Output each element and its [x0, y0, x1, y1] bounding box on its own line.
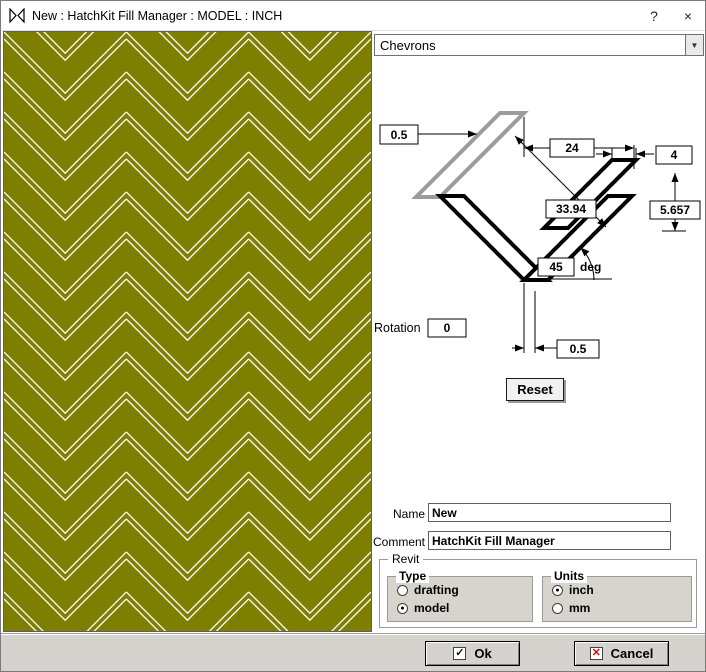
- comment-label: Comment: [372, 535, 425, 549]
- spacing-diagonal-value: 33.94: [556, 202, 586, 216]
- pattern-preview: [4, 32, 371, 631]
- name-label: Name: [372, 507, 425, 521]
- ghost-strip-shape: [416, 113, 524, 197]
- pattern-select-value: Chevrons: [375, 35, 685, 55]
- radio-option-inch[interactable]: ● inch: [552, 583, 594, 597]
- radio-label: model: [414, 601, 449, 615]
- rotation-label: Rotation: [374, 321, 421, 335]
- offset-top-value: 0.5: [391, 128, 408, 142]
- action-bar: ✓ Ok ✕ Cancel: [1, 633, 706, 672]
- window-title: New : HatchKit Fill Manager : MODEL : IN…: [32, 9, 637, 23]
- spacing-horizontal-value: 24: [565, 141, 579, 155]
- check-icon: ✓: [453, 647, 466, 660]
- name-input[interactable]: [428, 503, 671, 522]
- angle-value: 45: [549, 260, 563, 274]
- type-group: Type drafting ● model: [387, 576, 533, 622]
- units-group: Units ● inch mm: [542, 576, 692, 622]
- pattern-diagram: 0.5 24 4 33.94 5.657 45 deg Rotation 0 0…: [372, 61, 706, 366]
- spacing-vertical-value: 5.657: [660, 203, 690, 217]
- radio-icon: [552, 603, 563, 614]
- help-button[interactable]: ?: [637, 1, 671, 31]
- rotation-value: 0: [444, 321, 451, 335]
- app-icon: [9, 8, 25, 23]
- angle-unit-label: deg: [580, 260, 601, 274]
- revit-group-label: Revit: [388, 552, 423, 566]
- cancel-button[interactable]: ✕ Cancel: [574, 641, 669, 666]
- parameter-panel: Chevrons ▼: [372, 31, 706, 633]
- combo-dropdown-button[interactable]: ▼: [685, 35, 703, 55]
- close-button[interactable]: ×: [671, 1, 705, 31]
- radio-icon: ●: [397, 603, 408, 614]
- ok-button-label: Ok: [474, 646, 491, 661]
- reset-button[interactable]: Reset: [506, 378, 564, 401]
- cancel-x-icon: ✕: [590, 647, 603, 660]
- radio-option-mm[interactable]: mm: [552, 601, 590, 615]
- radio-icon: ●: [552, 585, 563, 596]
- offset-bottom-value: 0.5: [570, 342, 587, 356]
- radio-label: drafting: [414, 583, 459, 597]
- strip-width-value: 4: [671, 148, 678, 162]
- chevron-down-icon: ▼: [691, 41, 699, 50]
- pattern-select[interactable]: Chevrons ▼: [374, 34, 704, 56]
- type-group-label: Type: [396, 569, 429, 583]
- radio-label: inch: [569, 583, 594, 597]
- cancel-button-label: Cancel: [611, 646, 654, 661]
- radio-option-model[interactable]: ● model: [397, 601, 449, 615]
- units-group-label: Units: [551, 569, 587, 583]
- comment-input[interactable]: [428, 531, 671, 550]
- radio-label: mm: [569, 601, 590, 615]
- ok-button[interactable]: ✓ Ok: [425, 641, 520, 666]
- titlebar[interactable]: New : HatchKit Fill Manager : MODEL : IN…: [1, 1, 705, 31]
- radio-option-drafting[interactable]: drafting: [397, 583, 459, 597]
- hatchkit-fill-manager-window: New : HatchKit Fill Manager : MODEL : IN…: [0, 0, 706, 672]
- revit-group: Revit Type drafting ● model Units ● inch: [379, 559, 697, 628]
- pattern-preview-pane: [3, 31, 372, 632]
- radio-icon: [397, 585, 408, 596]
- left-arm-shape: [440, 196, 548, 280]
